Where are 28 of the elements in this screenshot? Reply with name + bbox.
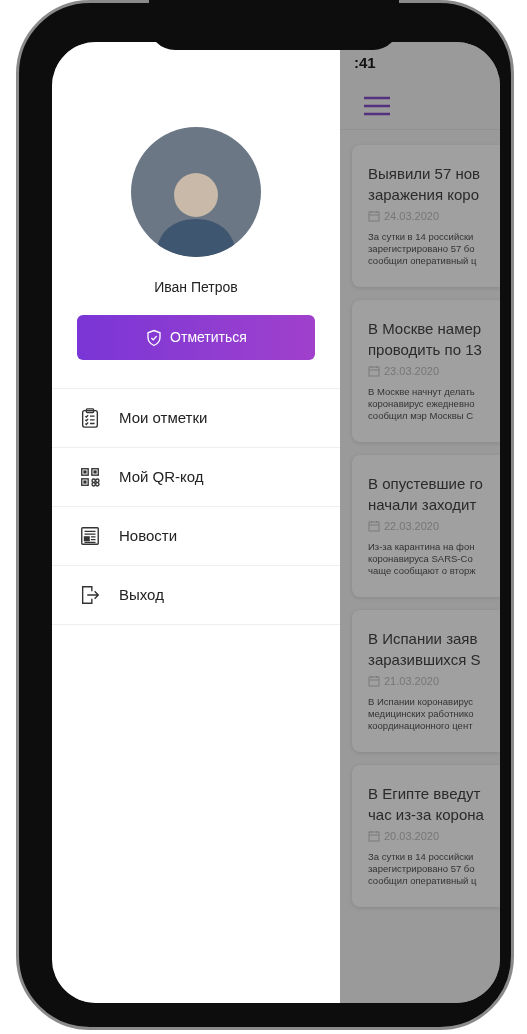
shield-check-icon bbox=[145, 328, 164, 347]
user-name: Иван Петров bbox=[154, 278, 238, 297]
logout-icon bbox=[79, 584, 101, 606]
news-summary: Из-за карантина на фон коронавируса SARS-Co чаще сообщают о вторж bbox=[368, 540, 477, 577]
news-title: Выявили 57 нов заражения коро bbox=[368, 164, 481, 205]
status-time: :41 bbox=[353, 53, 377, 73]
calendar-icon bbox=[368, 365, 380, 378]
news-summary: В Москве начнут делать коронавирус ежедневно сообщил мэр Москвы С bbox=[368, 385, 476, 422]
clipboard-icon bbox=[79, 407, 101, 429]
menu-item-label: Выход bbox=[119, 584, 164, 605]
news-title: В опустевшие го начали заходит bbox=[368, 474, 484, 515]
calendar-icon bbox=[368, 830, 380, 843]
menu-item-label: Мой QR-код bbox=[119, 466, 204, 487]
news-summary: За сутки в 14 российски зарегистрировано 57 бо сообщил оперативный ц bbox=[368, 230, 478, 267]
news-title: В Испании заяв заразившихся S bbox=[368, 629, 482, 670]
calendar-icon bbox=[368, 520, 380, 533]
menu-item-label: Мои отметки bbox=[119, 407, 208, 428]
check-in-button[interactable]: Отметиться bbox=[77, 315, 315, 360]
newspaper-icon bbox=[79, 525, 101, 547]
news-title: В Москве намер проводить по 13 bbox=[368, 319, 483, 360]
menu-item-label: Новости bbox=[119, 525, 178, 546]
calendar-icon bbox=[368, 210, 380, 223]
news-title: В Египте введут час из-за корона bbox=[368, 784, 485, 825]
news-summary: В Испании коронавирус медицинских работнико координационного цент bbox=[368, 695, 475, 732]
qr-code-icon bbox=[79, 466, 101, 488]
calendar-icon bbox=[368, 675, 380, 688]
menu-icon[interactable] bbox=[362, 94, 392, 117]
news-summary: За сутки в 14 российски зарегистрировано 57 бо сообщил оперативный ц bbox=[368, 850, 478, 887]
